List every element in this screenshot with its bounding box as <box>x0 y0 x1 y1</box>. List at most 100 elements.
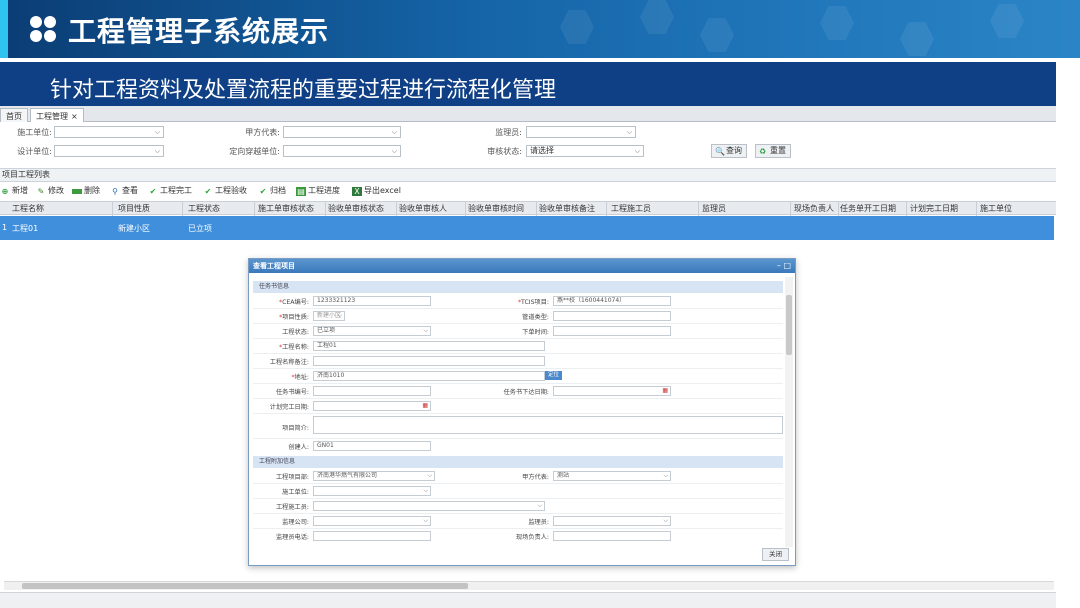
search-icon: ⚲ <box>112 187 118 196</box>
field-label: 施工单位: <box>282 489 309 496</box>
slide-header: 工程管理子系统展示 <box>0 0 1080 58</box>
plus-icon: ⊕ <box>1 187 9 196</box>
accept-project-label: 工程验收 <box>215 186 247 195</box>
table-row[interactable]: 1 工程01 新建小区 已立项 <box>0 216 1054 240</box>
table-header: 工程名称 项目性质 工程状态 施工单审核状态 验收单审核状态 验收单审核人 验收… <box>0 201 1056 216</box>
maximize-icon[interactable]: □ <box>783 261 791 270</box>
supervisor-select[interactable]: ⌵ <box>553 516 671 526</box>
calendar-icon[interactable]: ▦ <box>422 402 428 410</box>
export-excel-button[interactable]: X 导出excel <box>352 185 401 197</box>
export-excel-label: 导出excel <box>364 186 401 195</box>
column-header[interactable]: 任务单开工日期 <box>840 203 896 214</box>
worker-select[interactable]: ⌵ <box>313 501 545 511</box>
hexagon-decoration <box>820 6 854 40</box>
hexagon-decoration <box>990 4 1024 38</box>
column-header[interactable]: 监理员 <box>702 203 726 214</box>
supervisor-phone-field[interactable] <box>313 531 431 541</box>
task-date-field[interactable]: ▦ <box>553 386 671 396</box>
column-header[interactable]: 施工单审核状态 <box>258 203 314 214</box>
calendar-icon[interactable]: ▦ <box>662 387 668 395</box>
column-header[interactable]: 工程施工员 <box>611 203 651 214</box>
add-button[interactable]: ⊕ 新增 <box>0 185 28 197</box>
slide-subtitle-bar: 针对工程资料及处置流程的重要过程进行流程化管理 <box>0 62 1056 106</box>
close-button[interactable]: 关闭 <box>762 548 789 561</box>
directional-unit-select[interactable]: ⌵ <box>283 145 401 157</box>
review-status-select[interactable]: 请选择 ⌵ <box>526 145 644 157</box>
field-label: 任务书编号: <box>275 389 309 396</box>
filter-directional-unit-label: 定向穿越单位: <box>229 147 280 156</box>
field-label: 监理员电话: <box>275 534 309 541</box>
column-header[interactable]: 现场负责人 <box>794 203 834 214</box>
cell-project-nature: 新建小区 <box>118 224 150 233</box>
column-header[interactable]: 计划完工日期 <box>910 203 958 214</box>
column-header[interactable]: 验收单审核时间 <box>468 203 524 214</box>
delete-button-label: 删除 <box>84 186 100 195</box>
project-desc-textarea[interactable] <box>313 416 783 434</box>
task-no-field[interactable] <box>313 386 431 396</box>
address-field[interactable]: 济南1010 <box>313 371 545 381</box>
status-bar <box>0 592 1056 608</box>
column-header[interactable]: 项目性质 <box>118 203 150 214</box>
field-label: 监理员: <box>528 519 549 526</box>
scrollbar-thumb[interactable] <box>786 295 792 355</box>
column-header[interactable]: 施工单位 <box>980 203 1012 214</box>
supervisor-select[interactable]: ⌵ <box>526 126 636 138</box>
project-dept-select[interactable]: 济南港华燃气有限公司 ⌵ <box>313 471 435 481</box>
column-header[interactable]: 验收单审核状态 <box>328 203 384 214</box>
client-rep-select[interactable]: ⌵ <box>283 126 401 138</box>
field-label: 工程状态: <box>282 329 309 336</box>
tab-project-management[interactable]: 工程管理 × <box>30 108 84 122</box>
column-header[interactable]: 验收单审核人 <box>399 203 447 214</box>
pipe-type-field[interactable] <box>553 311 671 321</box>
design-unit-select[interactable]: ⌵ <box>54 145 164 157</box>
dialog-body: 任务书信息 *CEA编号: 1233321123 *TCIS项目: 燕**校（1… <box>253 277 785 547</box>
construction-unit-select[interactable]: ⌵ <box>54 126 164 138</box>
nature-select[interactable]: 新建小区 ⌵ <box>313 311 345 321</box>
view-button[interactable]: ⚲ 查看 <box>110 185 138 197</box>
complete-project-button[interactable]: ✔ 工程完工 <box>148 185 192 197</box>
construction-unit-select[interactable]: ⌵ <box>313 486 431 496</box>
progress-button[interactable]: ▤ 工程进度 <box>296 185 340 197</box>
column-header[interactable]: 工程状态 <box>188 203 220 214</box>
review-status-value: 请选择 <box>530 146 554 155</box>
cea-no-field[interactable]: 1233321123 <box>313 296 431 306</box>
issue-time-field[interactable] <box>553 326 671 336</box>
supervise-company-select[interactable]: ⌵ <box>313 516 431 526</box>
project-name-field[interactable]: 工程01 <box>313 341 545 351</box>
column-header[interactable]: 验收单审核备注 <box>539 203 595 214</box>
plan-finish-field[interactable]: ▦ <box>313 401 431 411</box>
section-task-info: 任务书信息 <box>253 281 783 293</box>
tcis-field[interactable]: 燕**校（1600441074） <box>553 296 671 306</box>
tab-bar: 首页 工程管理 × <box>0 106 1056 122</box>
close-icon[interactable]: × <box>71 112 78 121</box>
query-button[interactable]: 🔍 查询 <box>711 144 747 158</box>
header-accent-bar <box>0 0 8 58</box>
horizontal-scrollbar[interactable] <box>4 581 1054 590</box>
name-note-field[interactable] <box>313 356 545 366</box>
tab-home[interactable]: 首页 <box>0 108 28 122</box>
view-button-label: 查看 <box>122 186 138 195</box>
site-manager-field[interactable] <box>553 531 671 541</box>
progress-button-label: 工程进度 <box>308 186 340 195</box>
tab-label: 首页 <box>6 112 22 121</box>
scrollbar-thumb[interactable] <box>22 583 468 589</box>
minimize-icon[interactable]: – <box>777 261 781 270</box>
list-title: 项目工程列表 <box>0 168 1056 182</box>
archive-button[interactable]: ✔ 归档 <box>258 185 286 197</box>
dialog-controls: – □ <box>777 259 791 273</box>
hexagon-decoration <box>640 0 674 34</box>
archive-button-label: 归档 <box>270 186 286 195</box>
filter-construction-unit-label: 施工单位: <box>17 128 52 137</box>
delete-button[interactable]: 删除 <box>72 185 100 197</box>
reset-button[interactable]: ♻ 重置 <box>755 144 791 158</box>
client-rep-select[interactable]: 测站 ⌵ <box>553 471 671 481</box>
edit-button[interactable]: ✎ 修改 <box>36 185 64 197</box>
locate-button[interactable]: 定位 <box>545 371 563 380</box>
column-header[interactable]: 工程名称 <box>12 203 44 214</box>
accept-project-button[interactable]: ✔ 工程验收 <box>203 185 247 197</box>
creator-field[interactable]: GN01 <box>313 441 431 451</box>
dialog-title: 查看工程项目 <box>249 259 795 273</box>
dialog-vertical-scrollbar[interactable] <box>785 277 793 547</box>
filter-client-rep-label: 甲方代表: <box>245 128 280 137</box>
status-select[interactable]: 已立项 ⌵ <box>313 326 431 336</box>
